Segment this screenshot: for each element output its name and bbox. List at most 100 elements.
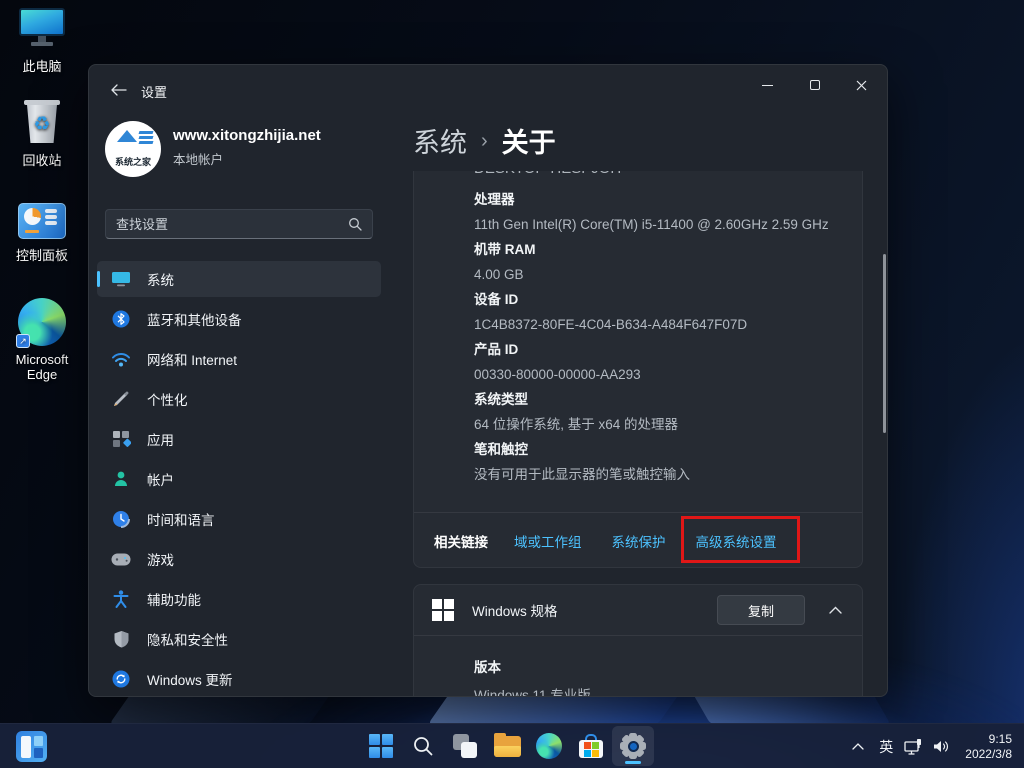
- spec-label: 处理器: [474, 190, 838, 210]
- desktop-icon-label: Microsoft Edge: [0, 352, 84, 382]
- taskbar-clock[interactable]: 9:15 2022/3/8: [965, 732, 1012, 762]
- taskbar-search-button[interactable]: [402, 726, 444, 766]
- tray-chevron-up-icon[interactable]: [845, 732, 871, 762]
- network-icon[interactable]: [901, 732, 927, 762]
- chevron-up-icon[interactable]: [829, 606, 842, 614]
- file-explorer-icon: [494, 736, 521, 757]
- link-system-protection[interactable]: 系统保护: [612, 531, 666, 551]
- avatar[interactable]: 系统之家: [105, 121, 161, 177]
- sidebar-item-apps[interactable]: 应用: [97, 421, 381, 457]
- desktop-icon-control-panel[interactable]: 控制面板: [0, 203, 84, 264]
- sidebar-item-label: 系统: [147, 269, 174, 289]
- clock-date: 2022/3/8: [965, 747, 1012, 762]
- start-icon: [369, 734, 393, 758]
- sidebar-item-network-internet[interactable]: 网络和 Internet: [97, 341, 381, 377]
- windows-spec-header[interactable]: Windows 规格 复制: [414, 585, 862, 635]
- windows-spec-card: Windows 规格 复制 版本 Windows 11 专业版: [413, 584, 863, 697]
- accounts-person-icon: [111, 469, 131, 489]
- sidebar-item-time-language[interactable]: 时间和语言: [97, 501, 381, 537]
- task-view-icon: [453, 734, 477, 758]
- spec-value: Windows 11 专业版: [474, 686, 838, 697]
- wallpaper-petal: [109, 694, 330, 724]
- windows-logo-icon: [432, 599, 454, 621]
- network-wifi-icon: [111, 349, 131, 369]
- sidebar-item-label: 隐私和安全性: [147, 629, 228, 649]
- edge-icon: ↗: [18, 298, 66, 346]
- maximize-button[interactable]: [791, 65, 838, 105]
- sidebar-item-system[interactable]: 系统: [97, 261, 381, 297]
- gaming-gamepad-icon: [111, 549, 131, 569]
- gear-icon: [619, 732, 647, 760]
- time-language-clock-icon: [111, 509, 131, 529]
- system-monitor-icon: [111, 269, 131, 289]
- spec-label: 产品 ID: [474, 340, 838, 360]
- widgets-icon-panels: [34, 736, 43, 758]
- breadcrumb-system[interactable]: 系统: [413, 121, 467, 160]
- taskbar: 英 9:15 2022/3/8: [0, 723, 1024, 768]
- spec-row: 设备 ID 1C4B8372-80FE-4C04-B634-A484F647F0…: [474, 290, 838, 335]
- desktop-icon-this-pc[interactable]: 此电脑: [0, 8, 84, 75]
- sidebar-item-label: Windows 更新: [147, 669, 233, 689]
- sidebar-item-privacy-security[interactable]: 隐私和安全性: [97, 621, 381, 657]
- edge-icon: [536, 733, 562, 759]
- sidebar-item-bluetooth-devices[interactable]: 蓝牙和其他设备: [97, 301, 381, 337]
- active-app-indicator: [625, 761, 641, 764]
- task-view-button[interactable]: [444, 726, 486, 766]
- spec-value: 00330-80000-00000-AA293: [474, 365, 838, 385]
- settings-search[interactable]: [105, 209, 373, 239]
- sidebar-item-label: 网络和 Internet: [147, 349, 237, 369]
- store-button[interactable]: [570, 726, 612, 766]
- this-pc-icon: [18, 8, 66, 50]
- related-links-title: 相关链接: [434, 531, 488, 551]
- volume-icon[interactable]: [929, 732, 955, 762]
- sidebar-item-label: 辅助功能: [147, 589, 201, 609]
- windows-update-icon: [111, 669, 131, 689]
- personalization-brush-icon: [111, 389, 131, 409]
- link-advanced-system-settings[interactable]: 高级系统设置: [696, 531, 777, 551]
- control-panel-icon: [18, 203, 66, 239]
- edge-button[interactable]: [528, 726, 570, 766]
- sidebar-item-accessibility[interactable]: 辅助功能: [97, 581, 381, 617]
- spec-list: 处理器 11th Gen Intel(R) Core(TM) i5-11400 …: [474, 190, 838, 490]
- settings-button[interactable]: [612, 726, 654, 766]
- selected-indicator: [97, 271, 100, 287]
- desktop-icon-edge[interactable]: ↗ Microsoft Edge: [0, 298, 84, 382]
- windows-spec-title: Windows 规格: [472, 600, 717, 620]
- sidebar-item-label: 蓝牙和其他设备: [147, 309, 242, 329]
- close-button[interactable]: [838, 65, 885, 105]
- search-input[interactable]: [106, 217, 348, 232]
- spec-label: 机带 RAM: [474, 240, 838, 260]
- taskbar-center: [360, 726, 654, 766]
- sidebar-item-windows-update[interactable]: Windows 更新: [97, 661, 381, 697]
- file-explorer-button[interactable]: [486, 726, 528, 766]
- minimize-button[interactable]: [744, 65, 791, 105]
- spec-row: 系统类型 64 位操作系统, 基于 x64 的处理器: [474, 390, 838, 435]
- copy-button[interactable]: 复制: [717, 595, 805, 625]
- sidebar-item-accounts[interactable]: 帐户: [97, 461, 381, 497]
- widgets-icon: [21, 736, 31, 758]
- spec-row: 笔和触控 没有可用于此显示器的笔或触控输入: [474, 440, 838, 485]
- system-tray: 英 9:15 2022/3/8: [845, 724, 1024, 768]
- scrollbar[interactable]: [883, 254, 886, 433]
- start-button[interactable]: [360, 726, 402, 766]
- settings-window: 设置 系统之家 www.xitongzhijia.net 本地帐户: [88, 64, 888, 697]
- clock-time: 9:15: [965, 732, 1012, 747]
- avatar-logo-stripes: [139, 131, 153, 144]
- back-button[interactable]: [103, 77, 135, 103]
- sidebar-item-gaming[interactable]: 游戏: [97, 541, 381, 577]
- ime-indicator[interactable]: 英: [873, 737, 899, 757]
- desktop-icon-recycle-bin[interactable]: ♻ 回收站: [0, 100, 84, 169]
- page-title: 关于: [502, 121, 556, 160]
- link-label: 高级系统设置: [696, 535, 777, 550]
- widgets-button[interactable]: [16, 731, 47, 762]
- spec-row: 机带 RAM 4.00 GB: [474, 240, 838, 285]
- desktop-icon-label: 回收站: [0, 150, 84, 169]
- sidebar-item-label: 游戏: [147, 549, 174, 569]
- sidebar-item-personalization[interactable]: 个性化: [97, 381, 381, 417]
- apps-icon: [111, 429, 131, 449]
- titlebar[interactable]: 设置: [89, 65, 887, 113]
- search-icon: [412, 735, 434, 757]
- link-domain-workgroup[interactable]: 域或工作组: [514, 531, 582, 551]
- about-content: DESKTOP-HESPJOH 处理器 11th Gen Intel(R) Co…: [413, 171, 863, 697]
- search-icon[interactable]: [348, 217, 362, 231]
